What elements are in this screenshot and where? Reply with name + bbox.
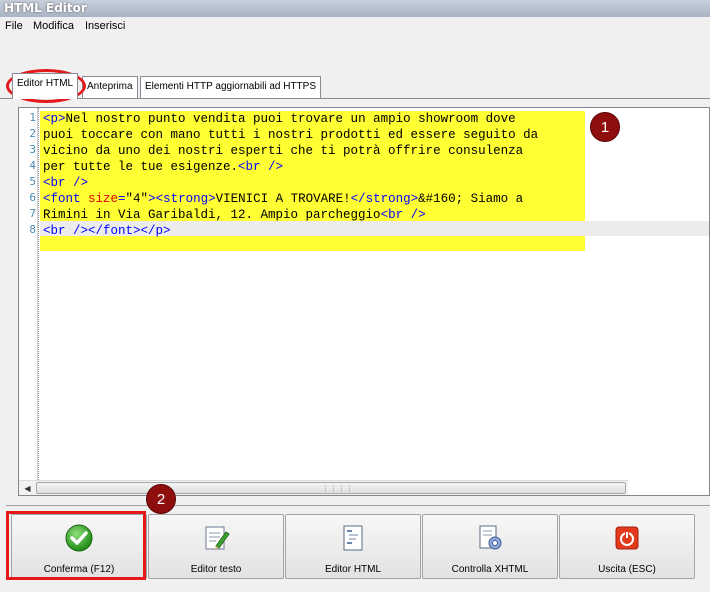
- window-title: HTML Editor: [0, 0, 710, 17]
- controlla-xhtml-label: Controlla XHTML: [451, 564, 529, 575]
- editor-testo-button[interactable]: Editor testo: [148, 514, 284, 579]
- button-separator: [6, 505, 710, 506]
- power-icon: [615, 526, 639, 550]
- code-line: vicino da uno dei nostri esperti che ti …: [43, 144, 524, 158]
- gutter-divider: [38, 108, 39, 480]
- html-document-icon: [343, 525, 363, 551]
- menu-inserisci[interactable]: Inserisci: [85, 20, 125, 32]
- line-number: 2: [29, 127, 36, 140]
- tab-bar: Editor HTML Anteprima Elementi HTTP aggi…: [0, 66, 710, 99]
- scroll-thumb[interactable]: ⋮⋮⋮⋮: [36, 482, 626, 494]
- line-number: 5: [29, 175, 36, 188]
- line-number: 7: [29, 207, 36, 220]
- line-number: 1: [29, 111, 36, 124]
- code-line: per tutte le tue esigenze.<br />: [43, 160, 284, 174]
- controlla-xhtml-button[interactable]: Controlla XHTML: [422, 514, 558, 579]
- uscita-button[interactable]: Uscita (ESC): [559, 514, 695, 579]
- line-number-gutter: 1 2 3 4 5 6 7 8: [19, 108, 38, 480]
- line-number: 3: [29, 143, 36, 156]
- conferma-highlight-box: [6, 511, 146, 580]
- line-number: 6: [29, 191, 36, 204]
- code-line: Rimini in Via Garibaldi, 12. Ampio parch…: [43, 208, 426, 222]
- editor-testo-label: Editor testo: [190, 564, 242, 575]
- menu-modifica[interactable]: Modifica: [33, 20, 74, 32]
- code-editor[interactable]: 1 2 3 4 5 6 7 8 <p>Nel nostro punto vend…: [18, 107, 710, 496]
- text-edit-icon: [205, 526, 230, 550]
- code-line: <br /></font></p>: [43, 224, 171, 238]
- tab-strip-line: [0, 98, 710, 99]
- menu-file[interactable]: File: [5, 20, 23, 32]
- code-line: puoi toccare con mano tutti i nostri pro…: [43, 128, 539, 142]
- document-gear-icon: [479, 525, 502, 550]
- tab-editor-html[interactable]: Editor HTML: [12, 73, 79, 99]
- uscita-label: Uscita (ESC): [598, 564, 656, 575]
- code-line: <p>Nel nostro punto vendita puoi trovare…: [43, 112, 516, 126]
- line-number: 4: [29, 159, 36, 172]
- menu-bar: File Modifica Inserisci: [0, 17, 710, 37]
- line-number: 8: [29, 223, 36, 236]
- code-line: <br />: [43, 176, 89, 190]
- code-line: <font size="4"><strong>VIENICI A TROVARE…: [43, 192, 524, 206]
- editor-html-button[interactable]: Editor HTML: [285, 514, 421, 579]
- scroll-left-icon[interactable]: ◀: [20, 481, 35, 495]
- grip-icon: ⋮⋮⋮⋮: [322, 485, 354, 493]
- annotation-badge-1: 1: [590, 112, 620, 142]
- editor-html-label: Editor HTML: [324, 564, 382, 575]
- horizontal-scrollbar[interactable]: ◀ ⋮⋮⋮⋮: [19, 480, 628, 495]
- tab-elementi-https[interactable]: Elementi HTTP aggiornabili ad HTTPS: [140, 76, 321, 98]
- annotation-badge-2: 2: [146, 484, 176, 514]
- tab-anteprima[interactable]: Anteprima: [82, 76, 138, 98]
